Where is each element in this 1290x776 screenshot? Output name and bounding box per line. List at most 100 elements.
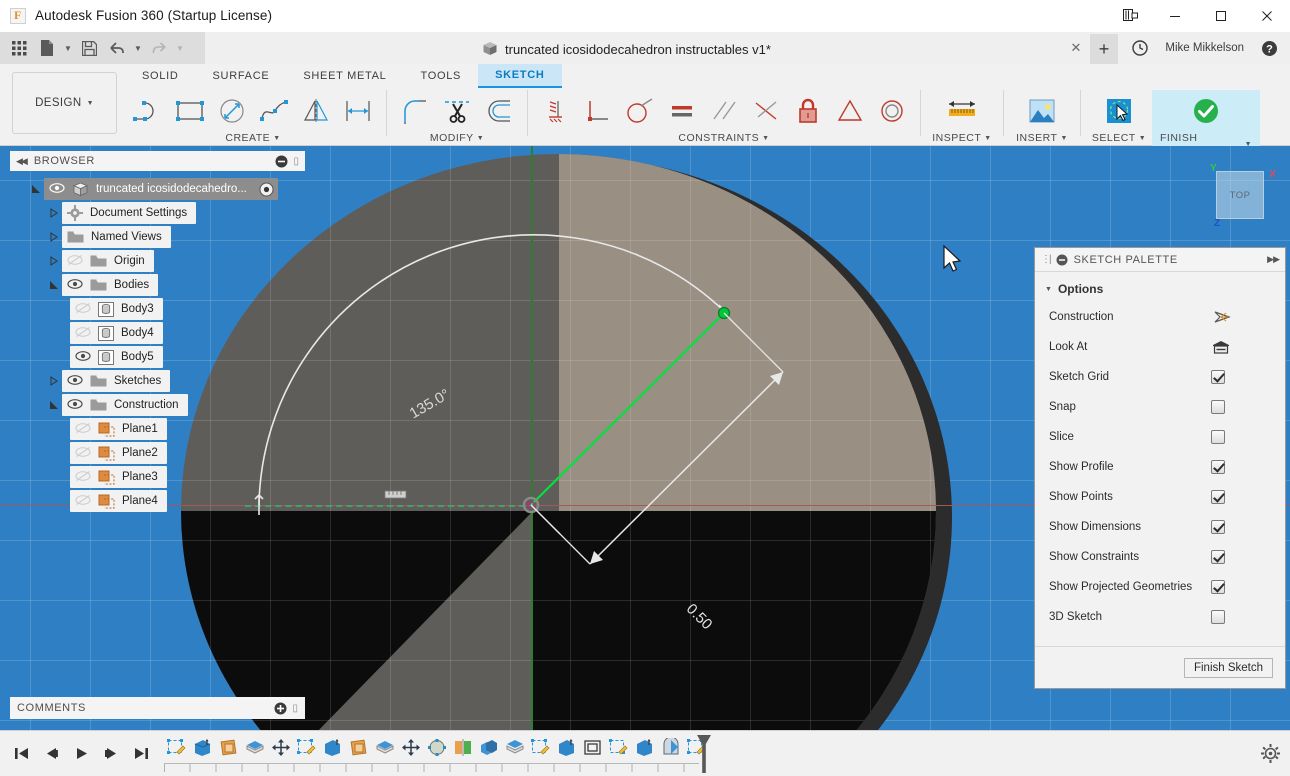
view-cube-top-face[interactable]: TOP	[1216, 171, 1264, 219]
step-back-icon[interactable]	[38, 741, 64, 767]
palette-row-show-constraints[interactable]: Show Constraints	[1035, 542, 1285, 572]
redo-icon[interactable]	[146, 35, 172, 61]
construction-geometry-icon[interactable]	[1211, 309, 1231, 325]
tree-item-plane4[interactable]: Plane4	[10, 489, 310, 513]
timeline-item-sketch[interactable]	[164, 734, 189, 760]
document-tab[interactable]: truncated icosidodecahedron instructable…	[470, 34, 781, 64]
palette-row-look-at[interactable]: Look At	[1035, 332, 1285, 362]
tree-item-sketches[interactable]: Sketches	[10, 369, 310, 393]
timeline-item-shell[interactable]	[242, 734, 267, 760]
sketch-line[interactable]	[531, 313, 724, 505]
timeline-item-sketch[interactable]	[554, 734, 579, 760]
go-to-end-icon[interactable]	[128, 741, 154, 767]
twisty-down-icon[interactable]	[28, 184, 44, 194]
finish-sketch-check-icon[interactable]	[1185, 90, 1227, 132]
tree-item-construction[interactable]: Construction	[10, 393, 310, 417]
offset-icon[interactable]	[478, 90, 520, 132]
tree-item-document-settings[interactable]: Document Settings	[10, 201, 310, 225]
twisty-down-icon[interactable]	[46, 400, 62, 410]
tab-sketch[interactable]: SKETCH	[478, 64, 561, 88]
workspace-switcher[interactable]: DESIGN ▼	[12, 72, 117, 134]
palette-row-sketch-grid[interactable]: Sketch Grid	[1035, 362, 1285, 392]
recent-clock-icon[interactable]	[1127, 35, 1153, 61]
show-constraints-checkbox[interactable]	[1211, 550, 1225, 564]
tab-surface[interactable]: SURFACE	[196, 64, 287, 88]
timeline-item-pattern[interactable]	[424, 734, 449, 760]
tree-item-named-views[interactable]: Named Views	[10, 225, 310, 249]
horizontal-vertical-constraint-icon[interactable]	[535, 90, 577, 132]
activate-target-icon[interactable]	[259, 182, 274, 197]
timeline-item-shell[interactable]	[372, 734, 397, 760]
dimension-line[interactable]	[590, 372, 783, 564]
go-to-beginning-icon[interactable]	[8, 741, 34, 767]
visibility-eye-hidden-icon[interactable]	[75, 446, 91, 460]
palette-row-snap[interactable]: Snap	[1035, 392, 1285, 422]
spline-icon[interactable]	[253, 90, 295, 132]
sketch-palette-header[interactable]: ⋮| SKETCH PALETTE ▶▶	[1035, 248, 1285, 272]
angle-dimension-text[interactable]: 135.0°	[407, 386, 453, 422]
twisty-right-icon[interactable]	[46, 256, 62, 266]
grip-icon[interactable]: ▯	[293, 156, 299, 167]
perpendicular-constraint-icon[interactable]	[577, 90, 619, 132]
panel-constraints-label[interactable]: CONSTRAINTS ▼	[678, 132, 769, 144]
timeline-item-plane[interactable]	[346, 734, 371, 760]
finish-sketch-button[interactable]: Finish Sketch	[1184, 658, 1273, 678]
panel-finish-sketch[interactable]: FINISH SKETCH ▼	[1152, 90, 1260, 146]
undo-caret-icon[interactable]: ▼	[132, 44, 144, 53]
minus-circle-icon[interactable]	[1056, 254, 1068, 266]
parallel-constraint-icon[interactable]	[703, 90, 745, 132]
mirror-icon[interactable]	[295, 90, 337, 132]
grip-icon[interactable]: ▯	[292, 703, 298, 714]
tree-item-plane3[interactable]: Plane3	[10, 465, 310, 489]
new-tab-icon[interactable]: +	[1090, 34, 1118, 64]
twisty-right-icon[interactable]	[46, 208, 62, 218]
midpoint-constraint-icon[interactable]	[745, 90, 787, 132]
trim-scissors-icon[interactable]	[436, 90, 478, 132]
maximize-icon[interactable]	[1198, 0, 1244, 32]
fillet-icon[interactable]	[394, 90, 436, 132]
visibility-eye-hidden-icon[interactable]	[75, 470, 91, 484]
visibility-eye-hidden-icon[interactable]	[75, 326, 91, 340]
timeline-item-split[interactable]	[502, 734, 527, 760]
symmetry-constraint-icon[interactable]	[829, 90, 871, 132]
timeline-settings-gear-icon[interactable]	[1250, 744, 1290, 763]
minus-circle-icon[interactable]	[275, 155, 288, 168]
snap-checkbox[interactable]	[1211, 400, 1225, 414]
twisty-right-icon[interactable]	[46, 232, 62, 242]
account-name[interactable]: Mike Mikkelson	[1155, 42, 1254, 54]
rectangle-icon[interactable]	[169, 90, 211, 132]
palette-row-3d-sketch[interactable]: 3D Sketch	[1035, 602, 1285, 632]
show-dimensions-checkbox[interactable]	[1211, 520, 1225, 534]
visibility-eye-hidden-icon[interactable]	[75, 422, 91, 436]
tree-item-body4[interactable]: Body4	[10, 321, 310, 345]
3d-sketch-checkbox[interactable]	[1211, 610, 1225, 624]
app-grid-icon[interactable]	[6, 35, 32, 61]
timeline-marker-icon[interactable]	[696, 734, 710, 774]
tree-item-plane2[interactable]: Plane2	[10, 441, 310, 465]
visibility-eye-icon[interactable]	[67, 374, 83, 388]
timeline-item-combine[interactable]	[476, 734, 501, 760]
minimize-icon[interactable]	[1152, 0, 1198, 32]
circle-icon[interactable]	[211, 90, 253, 132]
new-document-icon[interactable]	[34, 35, 60, 61]
tangent-constraint-icon[interactable]	[619, 90, 661, 132]
concentric-constraint-icon[interactable]	[871, 90, 913, 132]
tab-tools[interactable]: TOOLS	[403, 64, 478, 88]
redo-caret-icon[interactable]: ▼	[174, 44, 186, 53]
collapse-left-icon[interactable]: ◀◀	[16, 156, 26, 167]
tree-item-root[interactable]: truncated icosidodecahedro...	[10, 177, 310, 201]
sketch-grid-checkbox[interactable]	[1211, 370, 1225, 384]
angle-dimension-arc[interactable]	[259, 235, 725, 505]
undo-icon[interactable]	[104, 35, 130, 61]
visibility-eye-icon[interactable]	[67, 398, 83, 412]
comments-panel-header[interactable]: COMMENTS ▯	[10, 697, 305, 719]
timeline-item-extrude[interactable]	[580, 734, 605, 760]
play-icon[interactable]	[68, 741, 94, 767]
line-icon[interactable]	[127, 90, 169, 132]
save-icon[interactable]	[76, 35, 102, 61]
options-section-header[interactable]: ▼ Options	[1035, 272, 1285, 302]
timeline-item-revolve[interactable]	[658, 734, 683, 760]
panel-create-label[interactable]: CREATE ▼	[225, 132, 280, 144]
fix-unfix-lock-icon[interactable]	[787, 90, 829, 132]
twisty-down-icon[interactable]	[46, 280, 62, 290]
